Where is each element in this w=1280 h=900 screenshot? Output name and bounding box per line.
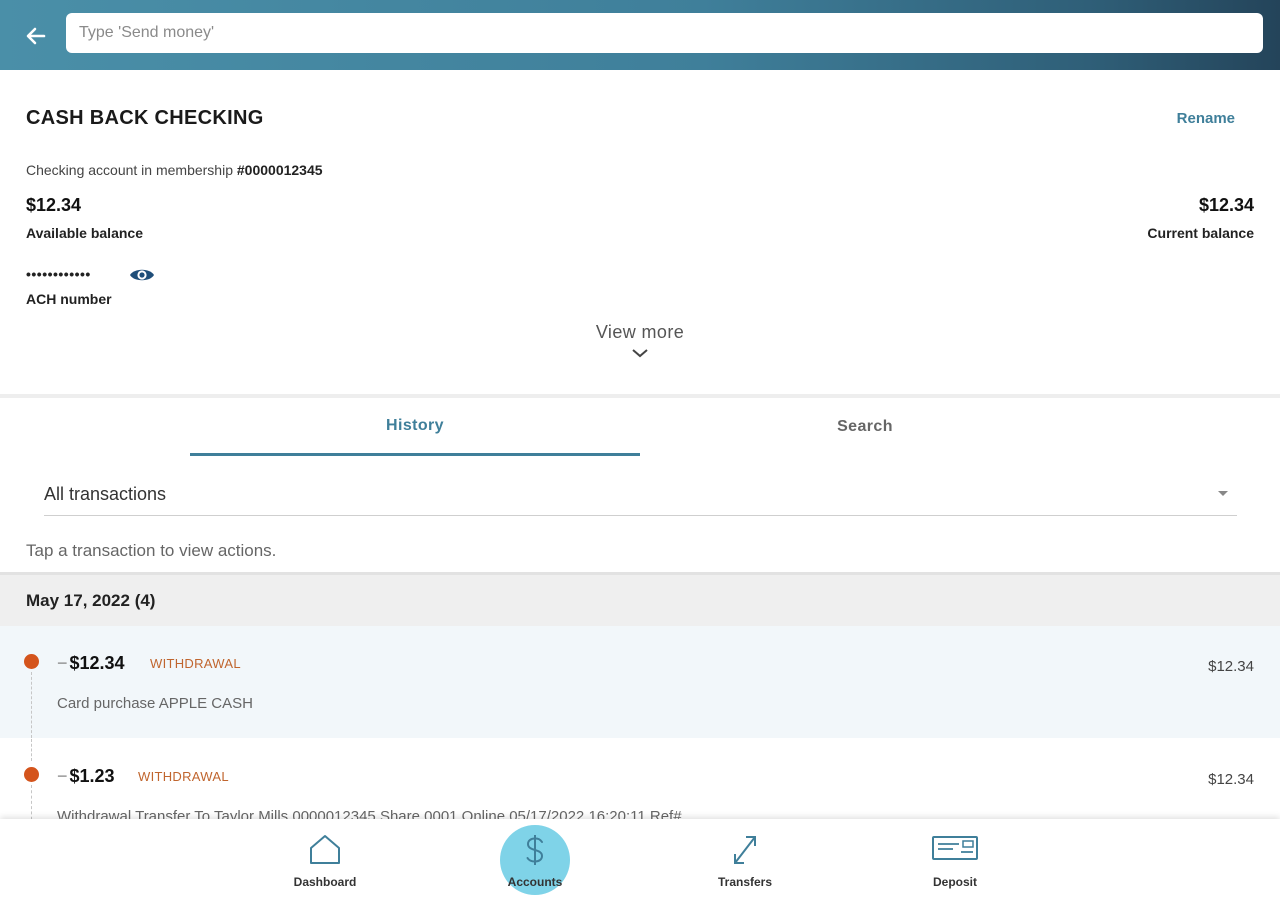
show-ach-button[interactable] (128, 265, 156, 285)
tab-bar: History Search (0, 398, 1280, 458)
transaction-filter-select[interactable]: All transactions (44, 476, 1237, 516)
ach-number-label: ACH number (26, 291, 112, 307)
dollar-icon (526, 835, 544, 865)
amount-sign: − (57, 653, 68, 673)
transaction-amount: − $1.23 (57, 766, 115, 787)
chevron-down-icon (632, 349, 648, 358)
amount-sign: − (57, 766, 68, 786)
membership-prefix: Checking account in membership (26, 162, 237, 178)
date-group-label: May 17, 2022 (4) (26, 591, 156, 610)
amount-value: $12.34 (69, 653, 125, 673)
membership-line: Checking account in membership #00000123… (26, 162, 323, 178)
amount-value: $1.23 (69, 766, 115, 786)
current-balance-amount: $12.34 (1198, 195, 1254, 215)
nav-deposit-label: Deposit (932, 875, 977, 889)
membership-number: #0000012345 (236, 162, 323, 178)
transaction-status-dot (24, 767, 39, 782)
available-balance-label: Available balance (26, 225, 143, 241)
hint-text: Tap a transaction to view actions. (26, 541, 277, 560)
caret-down-icon (1218, 491, 1228, 496)
arrow-left-icon (26, 27, 46, 45)
running-balance: $12.34 (1208, 658, 1254, 675)
filter-selected-value: All transactions (44, 484, 167, 504)
nav-deposit[interactable]: Deposit (900, 819, 1010, 900)
nav-accounts[interactable]: Accounts (480, 819, 590, 900)
check-deposit-icon (932, 836, 978, 860)
search-input[interactable] (66, 13, 1263, 53)
timeline-line (31, 785, 32, 819)
rename-button[interactable]: Rename (1177, 110, 1235, 127)
timeline-line (31, 739, 32, 761)
transaction-row[interactable]: − $12.34 WITHDRAWAL $12.34 Card purchase … (0, 626, 1280, 738)
nav-transfers-label: Transfers (717, 875, 773, 889)
account-title: CASH BACK CHECKING (26, 107, 264, 129)
running-balance: $12.34 (1208, 771, 1254, 788)
transaction-type: WITHDRAWAL (138, 769, 229, 784)
transaction-amount: − $12.34 (57, 653, 125, 674)
ach-number-masked: •••••••••••• (26, 266, 91, 282)
tab-history[interactable]: History (190, 398, 640, 456)
date-group-header: May 17, 2022 (4) (0, 572, 1280, 626)
bottom-navigation: Dashboard Accounts Transfers Deposit (0, 819, 1280, 900)
back-button[interactable] (20, 20, 52, 52)
transaction-description: Withdrawal Transfer To Taylor Mills 0000… (57, 808, 682, 819)
top-app-bar (0, 0, 1280, 70)
transaction-type: WITHDRAWAL (150, 656, 241, 671)
view-more-button[interactable]: View more (540, 322, 740, 359)
tab-search[interactable]: Search (640, 398, 1090, 456)
arrows-diagonal-icon (734, 836, 756, 864)
transaction-row[interactable]: − $1.23 WITHDRAWAL $12.34 Withdrawal Tran… (0, 739, 1280, 819)
transaction-description: Card purchase APPLE CASH (57, 695, 253, 712)
current-balance-label: Current balance (1147, 225, 1254, 241)
nav-dashboard[interactable]: Dashboard (270, 819, 380, 900)
home-icon (310, 835, 340, 864)
view-more-label: View more (595, 322, 685, 342)
eye-icon (130, 269, 154, 281)
timeline-line (31, 672, 32, 738)
available-balance-amount: $12.34 (26, 195, 82, 215)
nav-dashboard-label: Dashboard (293, 875, 357, 889)
account-details: CASH BACK CHECKING Rename Checking accou… (0, 70, 1280, 394)
transaction-status-dot (24, 654, 39, 669)
nav-transfers[interactable]: Transfers (690, 819, 800, 900)
nav-accounts-label: Accounts (507, 875, 563, 889)
